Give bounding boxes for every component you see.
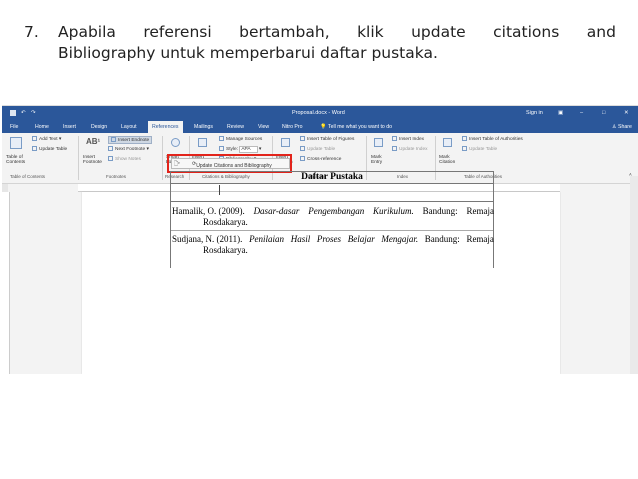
style-selector[interactable]: Style: APA ▾ (219, 145, 261, 153)
window-title: Proposal.docx - Word (292, 110, 345, 116)
tell-me-input[interactable]: Tell me what you want to do (328, 124, 392, 130)
ribbon-separator (162, 136, 163, 180)
ribbon-separator (78, 136, 79, 180)
update-table-icon (32, 146, 37, 151)
update-index-button[interactable]: Update Index (392, 146, 428, 152)
table-of-authorities-icon (462, 136, 467, 141)
vertical-scrollbar[interactable] (630, 176, 638, 374)
style-icon (219, 146, 224, 151)
table-of-contents-button[interactable]: Table of Contents (6, 155, 28, 165)
mark-citation-button[interactable]: Mark Citation (439, 155, 459, 165)
minimize-icon[interactable]: – (580, 110, 583, 116)
show-notes-icon (108, 156, 113, 161)
show-notes-button[interactable]: Show Notes (108, 156, 141, 162)
tab-nitro-pro[interactable]: Nitro Pro (282, 124, 302, 130)
smart-lookup-icon[interactable] (171, 138, 180, 147)
update-table-button[interactable]: Update Table (32, 146, 67, 152)
insert-endnote-button[interactable]: Insert Endnote (108, 136, 153, 144)
cross-reference-icon (300, 156, 305, 161)
insert-index-button[interactable]: Insert Index (392, 136, 424, 142)
tab-home[interactable]: Home (35, 124, 49, 130)
manage-sources-icon (219, 136, 224, 141)
tab-layout[interactable]: Layout (121, 124, 137, 130)
add-text-button[interactable]: Add Text ▾ (32, 136, 61, 142)
tab-view[interactable]: View (258, 124, 269, 130)
insert-table-of-authorities-button[interactable]: Insert Table of Authorities (462, 136, 523, 142)
next-footnote-button[interactable]: Next Footnote ▾ (108, 146, 149, 152)
bibliography-block[interactable]: Daftar Pustaka Hamalik, O. (2009). Dasar… (170, 171, 494, 268)
style-dropdown[interactable]: APA (239, 145, 258, 153)
ribbon-display-icon[interactable]: ▣ (558, 110, 563, 116)
close-icon[interactable]: ✕ (624, 110, 629, 116)
entry-divider (171, 230, 493, 231)
save-icon[interactable] (10, 110, 16, 116)
footnote-icon: AB¹ (86, 137, 101, 146)
undo-icon[interactable]: ↶ (21, 110, 26, 116)
update-table-captions-icon (300, 146, 305, 151)
redo-icon[interactable]: ↷ (31, 110, 36, 116)
next-footnote-icon (108, 146, 113, 151)
insert-citation-icon[interactable] (198, 138, 207, 147)
tab-design[interactable]: Design (91, 124, 107, 130)
update-table-captions-button[interactable]: Update Table (300, 146, 335, 152)
cross-reference-button[interactable]: Cross-reference (300, 156, 341, 162)
insert-table-of-figures-button[interactable]: Insert Table of Figures (300, 136, 354, 142)
table-of-figures-icon (300, 136, 305, 141)
lightbulb-icon: 💡 (320, 124, 327, 130)
update-index-icon (392, 146, 397, 151)
tab-review[interactable]: Review (227, 124, 244, 130)
tab-insert[interactable]: Insert (63, 124, 76, 130)
insert-endnote-icon (111, 137, 116, 142)
group-label-footnotes: Footnotes (106, 174, 127, 179)
add-text-icon (32, 136, 37, 141)
instruction-line-1: Apabila referensi bertambah, klik update… (58, 23, 616, 41)
tab-references[interactable]: References (148, 121, 183, 133)
mark-entry-icon[interactable] (374, 138, 383, 147)
vertical-ruler[interactable] (2, 192, 10, 374)
ribbon-tabs: File Home Insert Design Layout Reference… (2, 120, 638, 133)
share-button[interactable]: Share (618, 124, 632, 130)
insert-caption-icon[interactable] (281, 138, 290, 147)
group-label-toc: Table of Contents (10, 174, 46, 179)
mark-citation-icon[interactable] (443, 138, 452, 147)
tab-mailings[interactable]: Mailings (194, 124, 213, 130)
step-number: 7. (24, 23, 39, 41)
signin-link[interactable]: Sign in (526, 110, 543, 116)
tab-file[interactable]: File (10, 124, 18, 130)
mark-entry-button[interactable]: Mark Entry (371, 155, 387, 165)
manage-sources-button[interactable]: Manage Sources (219, 136, 262, 142)
insert-footnote-button[interactable]: Insert Footnote (83, 155, 105, 165)
update-table-authorities-button[interactable]: Update Table (462, 146, 497, 152)
instruction-line-2: Bibliography untuk memperbarui daftar pu… (58, 44, 438, 62)
text-cursor (219, 185, 220, 195)
maximize-icon[interactable]: □ (602, 110, 605, 116)
update-table-authorities-icon (462, 146, 467, 151)
insert-index-icon (392, 136, 397, 141)
list-item: Sudjana, N. (2011). Penilaian Hasil Pros… (172, 234, 494, 255)
title-bar: ↶ ↷ Proposal.docx - Word Sign in ▣ – □ ✕ (2, 106, 638, 120)
table-of-contents-icon[interactable] (10, 137, 22, 149)
list-item: Hamalik, O. (2009). Dasar-dasar Pengemba… (172, 206, 494, 227)
person-icon: ♙ (612, 124, 617, 130)
